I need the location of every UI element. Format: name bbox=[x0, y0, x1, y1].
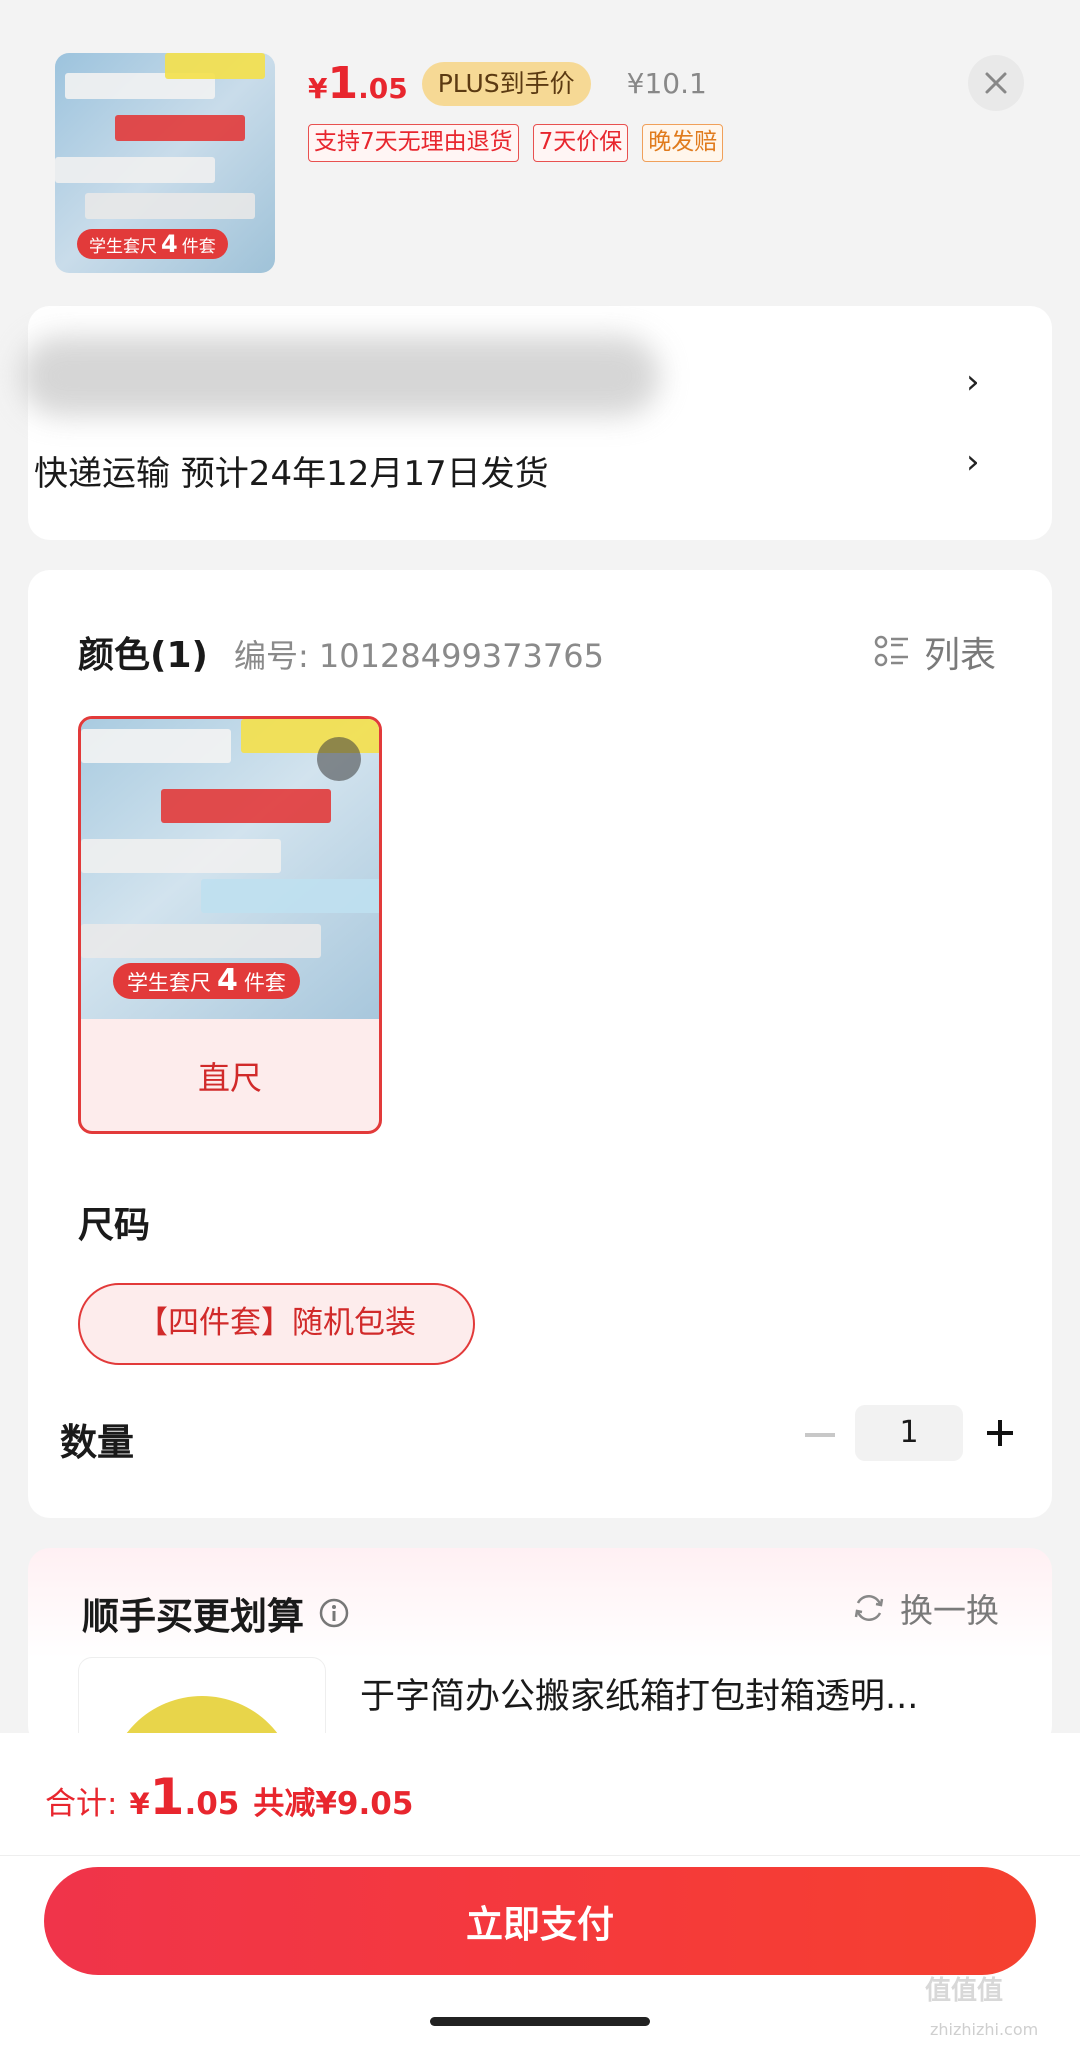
size-title: 尺码 bbox=[78, 1205, 151, 1246]
product-thumbnail: 学生套尺 4 件套 bbox=[55, 53, 275, 273]
upsell-product-name[interactable]: 于字简办公搬家纸箱打包封箱透明... bbox=[360, 1668, 918, 1719]
sku-number: 编号: 10128499373765 bbox=[233, 637, 604, 675]
shipping-chevron-icon[interactable]: › bbox=[966, 442, 980, 482]
watermark-logo: 值值值 bbox=[925, 1976, 1004, 2006]
close-icon bbox=[985, 72, 1007, 94]
home-indicator[interactable] bbox=[430, 2017, 650, 2026]
thumbnail-badge: 学生套尺 4 件套 bbox=[77, 229, 228, 259]
service-tags: 支持7天无理由退货 7天价保 晚发赔 bbox=[308, 124, 724, 162]
color-title: 颜色(1) bbox=[78, 635, 208, 676]
refresh-icon bbox=[854, 1595, 884, 1621]
zoom-icon[interactable] bbox=[317, 737, 361, 781]
color-option-label: 直尺 bbox=[197, 1059, 262, 1097]
list-view-label: 列表 bbox=[924, 635, 997, 676]
total-price: 合计: ¥1.05 共减¥9.05 bbox=[45, 1768, 414, 1826]
quantity-input[interactable]: 1 bbox=[855, 1405, 963, 1461]
sku-selector-sheet: 学生套尺 4 件套 ¥1.05 PLUS到手价 ¥10.1 支持7天无理由退货 7天… bbox=[0, 0, 1080, 2057]
minus-icon bbox=[805, 1433, 835, 1437]
tag-return: 支持7天无理由退货 bbox=[308, 124, 519, 162]
address-chevron-icon[interactable]: › bbox=[966, 362, 980, 402]
upsell-title: 顺手买更划算 bbox=[82, 1586, 350, 1640]
price-row: ¥1.05 PLUS到手价 ¥10.1 bbox=[308, 58, 707, 109]
color-option-image: 学生套尺 4 件套 bbox=[81, 719, 379, 1019]
info-icon[interactable] bbox=[318, 1597, 350, 1629]
plus-icon bbox=[987, 1420, 1013, 1446]
tag-price-protect: 7天价保 bbox=[532, 124, 629, 162]
close-button[interactable] bbox=[968, 55, 1024, 111]
color-option-ruler[interactable]: 学生套尺 4 件套 直尺 bbox=[78, 716, 382, 1134]
size-option-button[interactable]: 【四件套】随机包装 bbox=[78, 1283, 475, 1365]
quantity-decrease-button[interactable] bbox=[800, 1405, 840, 1465]
list-icon bbox=[874, 635, 908, 667]
list-view-button[interactable]: 列表 bbox=[874, 626, 996, 678]
discount-text: 共减¥9.05 bbox=[253, 1786, 414, 1822]
option-badge: 学生套尺 4 件套 bbox=[113, 963, 300, 999]
tag-late-compensation: 晚发赔 bbox=[642, 124, 724, 162]
pay-now-button[interactable]: 立即支付 bbox=[44, 1867, 1036, 1975]
current-price: ¥1.05 bbox=[308, 58, 408, 109]
quantity-increase-button[interactable] bbox=[978, 1405, 1022, 1461]
watermark-url: zhizhizhi.com bbox=[930, 2020, 1039, 2039]
shipping-info[interactable]: 快递运输 预计24年12月17日发货 bbox=[34, 446, 549, 495]
divider bbox=[0, 1855, 1080, 1856]
plus-price-tag: PLUS到手价 bbox=[421, 61, 591, 106]
address-blurred[interactable] bbox=[20, 336, 660, 416]
refresh-button[interactable]: 换一换 bbox=[852, 1584, 999, 1632]
original-price: ¥10.1 bbox=[626, 67, 707, 100]
color-header: 颜色(1) 编号: 10128499373765 bbox=[78, 626, 604, 678]
quantity-label: 数量 bbox=[60, 1421, 134, 1464]
